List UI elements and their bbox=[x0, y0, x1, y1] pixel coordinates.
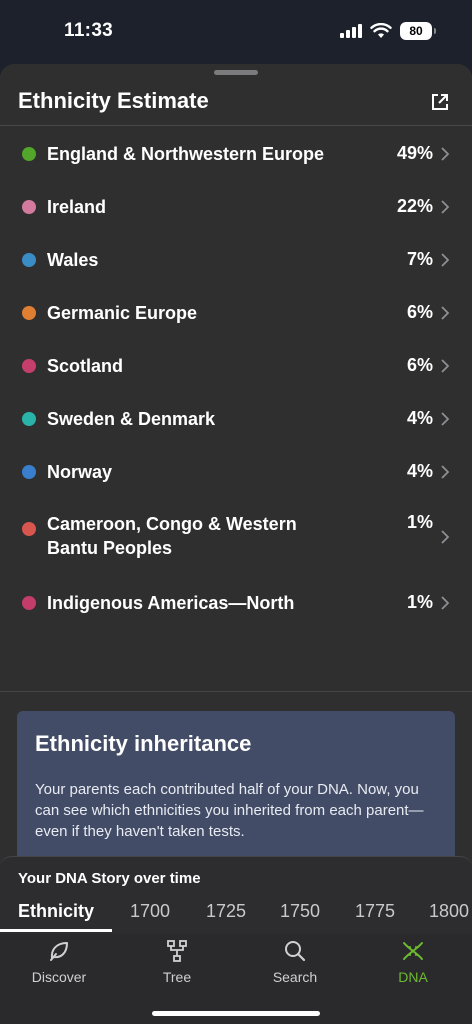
region-color-dot bbox=[22, 146, 36, 161]
chevron-right-icon bbox=[441, 146, 450, 161]
chevron-right-icon bbox=[441, 595, 450, 610]
story-tab-1750[interactable]: 1750 bbox=[280, 899, 320, 933]
sheet-header: Ethnicity Estimate bbox=[0, 78, 472, 126]
region-name: England & Northwestern Europe bbox=[47, 143, 325, 164]
region-percent: 7% bbox=[406, 249, 433, 269]
home-indicator bbox=[152, 1011, 320, 1016]
story-tab-1800[interactable]: 1800 bbox=[429, 899, 469, 933]
region-name: Cameroon, Congo & Western Bantu Peoples bbox=[47, 514, 297, 558]
region-row[interactable]: Norway 4% bbox=[0, 445, 472, 498]
active-tab-underline bbox=[0, 929, 112, 932]
region-color-dot bbox=[22, 464, 36, 479]
chevron-right-icon bbox=[441, 305, 450, 320]
nav-discover[interactable]: Discover bbox=[0, 934, 118, 994]
chevron-right-icon bbox=[441, 199, 450, 214]
nav-label: Discover bbox=[31, 969, 87, 985]
nav-label: Tree bbox=[162, 969, 192, 985]
region-percent: 1% bbox=[406, 512, 433, 532]
region-color-dot bbox=[22, 305, 36, 320]
dna-story-tabs: Ethnicity 1700 1725 1750 1775 1800 bbox=[0, 899, 472, 933]
dna-story-bar: Your DNA Story over time Ethnicity 1700 … bbox=[0, 856, 472, 934]
region-color-dot bbox=[22, 411, 36, 426]
region-row[interactable]: Ireland 22% bbox=[0, 180, 472, 233]
region-percent: 1% bbox=[406, 592, 433, 612]
region-percent: 6% bbox=[406, 355, 433, 375]
external-link-icon[interactable] bbox=[430, 92, 450, 112]
region-color-dot bbox=[22, 595, 36, 610]
region-color-dot bbox=[22, 199, 36, 214]
region-name: Wales bbox=[47, 249, 99, 270]
nav-tree[interactable]: Tree bbox=[118, 934, 236, 994]
dna-icon bbox=[403, 942, 423, 960]
region-color-dot bbox=[22, 522, 36, 536]
region-percent: 49% bbox=[396, 143, 433, 163]
status-bar: 11:33 80 bbox=[0, 0, 472, 64]
chevron-right-icon bbox=[441, 411, 450, 426]
region-name: Indigenous Americas—North bbox=[47, 592, 295, 613]
wifi-icon bbox=[370, 23, 392, 38]
status-icons: 80 bbox=[340, 21, 436, 41]
story-tab-1700[interactable]: 1700 bbox=[130, 899, 170, 933]
region-color-dot bbox=[22, 252, 36, 267]
region-row[interactable]: Wales 7% bbox=[0, 233, 472, 286]
inheritance-body: Your parents each contributed half of yo… bbox=[35, 781, 424, 840]
region-color-dot bbox=[22, 358, 36, 373]
sheet-grabber[interactable] bbox=[214, 70, 258, 75]
nav-label: DNA bbox=[398, 969, 428, 985]
region-row[interactable]: Scotland 6% bbox=[0, 339, 472, 392]
chevron-right-icon bbox=[441, 530, 450, 544]
dna-story-label: Your DNA Story over time bbox=[18, 870, 201, 887]
section-divider bbox=[0, 691, 472, 692]
chevron-right-icon bbox=[441, 358, 450, 373]
inheritance-title: Ethnicity inheritance bbox=[35, 731, 252, 756]
cellular-signal-icon bbox=[340, 24, 362, 38]
nav-dna[interactable]: DNA bbox=[354, 934, 472, 994]
region-row[interactable]: Indigenous Americas—North 1% bbox=[0, 576, 472, 629]
chevron-right-icon bbox=[441, 464, 450, 479]
status-time: 11:33 bbox=[64, 20, 114, 41]
region-percent: 4% bbox=[406, 408, 433, 428]
tree-icon bbox=[167, 940, 187, 962]
nav-label: Search bbox=[272, 969, 318, 985]
region-percent: 4% bbox=[406, 461, 433, 481]
chevron-right-icon bbox=[441, 252, 450, 267]
leaf-icon bbox=[50, 942, 68, 961]
story-tab-1775[interactable]: 1775 bbox=[355, 899, 395, 933]
battery-icon: 80 bbox=[400, 22, 436, 40]
story-tab-1725[interactable]: 1725 bbox=[206, 899, 246, 933]
region-name: Germanic Europe bbox=[47, 302, 198, 323]
sheet-title: Ethnicity Estimate bbox=[18, 88, 209, 113]
region-percent: 22% bbox=[396, 196, 433, 216]
region-row[interactable]: England & Northwestern Europe 49% bbox=[0, 127, 472, 180]
nav-search[interactable]: Search bbox=[236, 934, 354, 994]
region-name: Sweden & Denmark bbox=[47, 408, 216, 429]
region-row[interactable]: Cameroon, Congo & Western Bantu Peoples … bbox=[0, 498, 472, 576]
search-icon bbox=[285, 941, 306, 962]
story-tab-ethnicity[interactable]: Ethnicity bbox=[18, 899, 94, 933]
region-name: Norway bbox=[47, 461, 113, 482]
region-name: Ireland bbox=[47, 196, 107, 217]
region-list: England & Northwestern Europe 49% Irelan… bbox=[0, 127, 472, 629]
region-row[interactable]: Sweden & Denmark 4% bbox=[0, 392, 472, 445]
region-percent: 6% bbox=[406, 302, 433, 322]
region-row[interactable]: Germanic Europe 6% bbox=[0, 286, 472, 339]
region-name: Scotland bbox=[47, 355, 124, 376]
